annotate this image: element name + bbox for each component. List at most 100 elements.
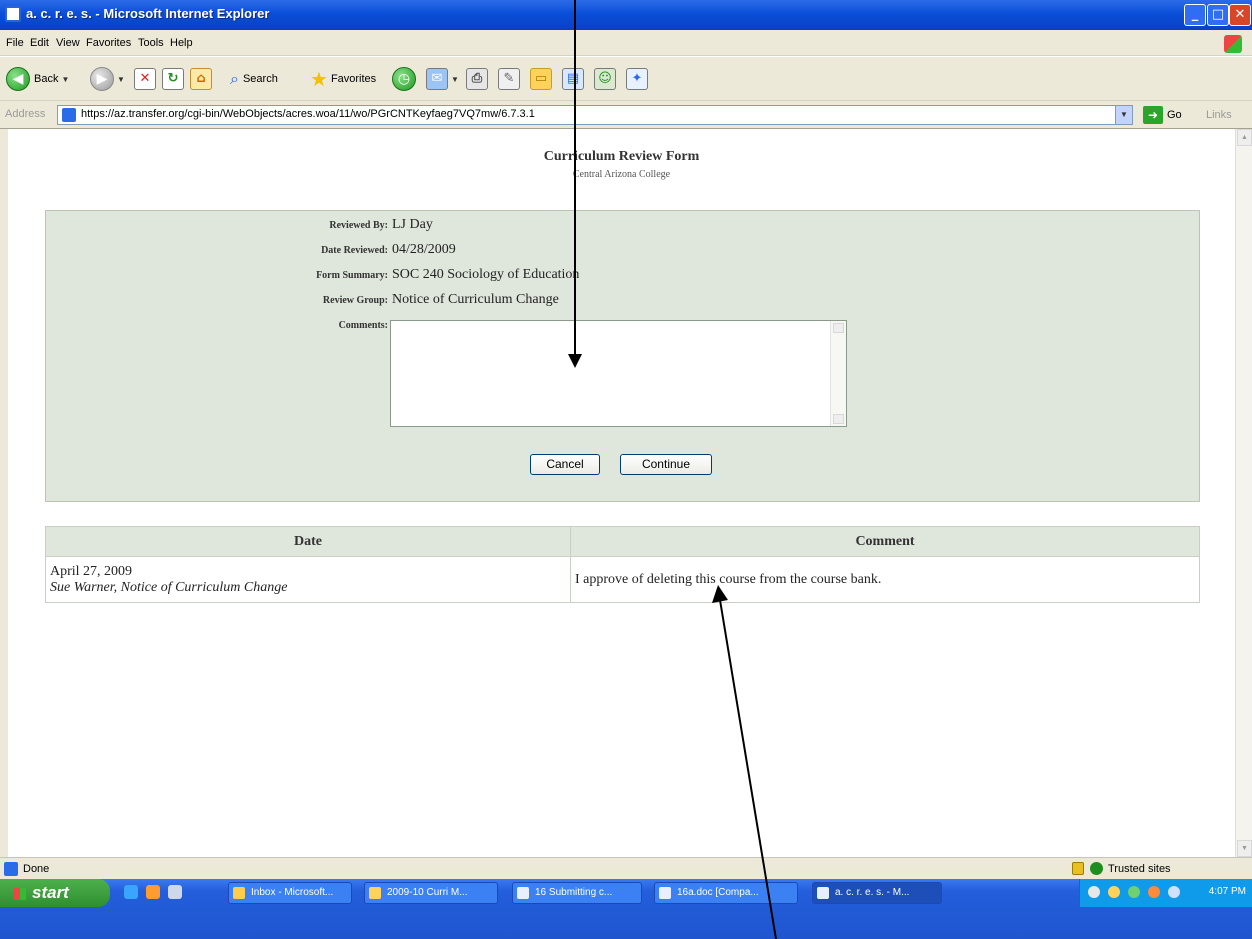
outlook-icon bbox=[233, 887, 245, 899]
window-title: a. c. r. e. s. - Microsoft Internet Expl… bbox=[26, 6, 270, 21]
date-reviewed-label: Date Reviewed: bbox=[321, 245, 388, 256]
page-subtitle: Central Arizona College bbox=[572, 169, 671, 180]
favorites-button[interactable]: ★ Favorites bbox=[310, 66, 376, 92]
scroll-up-icon[interactable] bbox=[833, 323, 844, 333]
review-group-label: Review Group: bbox=[322, 295, 388, 306]
search-button[interactable]: ⌕ Search bbox=[230, 66, 278, 92]
table-row: April 27, 2009 Sue Warner, Notice of Cur… bbox=[45, 556, 1200, 603]
taskbar-item-curriculum-folder[interactable]: 2009-10 Curri M... bbox=[364, 882, 498, 904]
address-input[interactable]: https://az.transfer.org/cgi-bin/WebObjec… bbox=[57, 105, 1133, 125]
ie-quicklaunch-icon[interactable] bbox=[124, 885, 138, 899]
discuss-button[interactable]: ✦ bbox=[626, 66, 648, 92]
menu-bar: File Edit View Favorites Tools Help bbox=[0, 30, 1252, 56]
desktop-quicklaunch-icon[interactable] bbox=[168, 885, 182, 899]
address-label: Address bbox=[5, 108, 46, 120]
search-icon: ⌕ bbox=[230, 69, 239, 88]
menu-file[interactable]: File bbox=[6, 37, 24, 49]
window-left-edge bbox=[0, 129, 8, 857]
reviewed-by-value: LJ Day bbox=[392, 217, 433, 232]
tray-messenger-icon[interactable] bbox=[1128, 886, 1140, 898]
taskbar-item-16a-doc[interactable]: 16a.doc [Compa... bbox=[654, 882, 798, 904]
column-header-date: Date bbox=[45, 526, 571, 557]
messenger-button[interactable]: ☺ bbox=[594, 66, 616, 92]
task-label: 16a.doc [Compa... bbox=[677, 887, 759, 898]
taskbar-item-inbox[interactable]: Inbox - Microsoft... bbox=[228, 882, 352, 904]
print-icon: ⎙ bbox=[466, 68, 488, 90]
lock-icon bbox=[1072, 862, 1084, 875]
menu-view[interactable]: View bbox=[56, 37, 80, 49]
back-button[interactable]: ◀ Back ▼ bbox=[6, 66, 69, 92]
comment-history-table: Date Comment April 27, 2009 Sue Warner, … bbox=[45, 526, 1200, 603]
form-summary-value: SOC 240 Sociology of Education bbox=[392, 267, 580, 282]
address-dropdown-icon[interactable]: ▼ bbox=[1115, 106, 1132, 124]
forward-arrow-icon: ▶ bbox=[90, 67, 114, 91]
status-page-icon bbox=[4, 862, 18, 876]
review-group-value: Notice of Curriculum Change bbox=[392, 292, 559, 307]
scroll-up-arrow-icon[interactable]: ▲ bbox=[1237, 129, 1252, 146]
stop-icon: ✕ bbox=[134, 68, 156, 90]
edit-button[interactable]: ✎ bbox=[498, 66, 520, 92]
comments-scrollbar[interactable] bbox=[830, 321, 846, 426]
taskbar-item-submitting-doc[interactable]: 16 Submitting c... bbox=[512, 882, 642, 904]
tray-antivirus-icon[interactable] bbox=[1148, 886, 1160, 898]
back-label: Back bbox=[34, 73, 59, 85]
print-button[interactable]: ⎙ bbox=[466, 66, 488, 92]
refresh-button[interactable]: ↻ bbox=[162, 66, 184, 92]
task-label: Inbox - Microsoft... bbox=[251, 887, 334, 898]
system-tray: 4:07 PM bbox=[1079, 879, 1252, 907]
menu-help[interactable]: Help bbox=[170, 37, 193, 49]
home-icon: ⌂ bbox=[190, 68, 212, 90]
tray-update-icon[interactable] bbox=[1168, 886, 1180, 898]
history-icon: ◷ bbox=[392, 67, 416, 91]
minimize-button[interactable]: _ bbox=[1184, 4, 1206, 26]
go-button[interactable]: ➜ Go bbox=[1143, 106, 1182, 124]
cancel-button[interactable]: Cancel bbox=[530, 454, 600, 475]
home-button[interactable]: ⌂ bbox=[190, 66, 212, 92]
ie-page-icon bbox=[817, 887, 829, 899]
scroll-down-arrow-icon[interactable]: ▼ bbox=[1237, 840, 1252, 857]
maximize-button[interactable]: □ bbox=[1207, 4, 1229, 26]
page-scrollbar[interactable]: ▲ ▼ bbox=[1235, 129, 1252, 857]
comments-textarea[interactable] bbox=[390, 320, 847, 427]
windows-logo-icon bbox=[1224, 35, 1242, 53]
comment-date: April 27, 2009 bbox=[50, 563, 133, 579]
menu-edit[interactable]: Edit bbox=[30, 37, 49, 49]
ie-window: a. c. r. e. s. - Microsoft Internet Expl… bbox=[0, 0, 1252, 939]
page-title: Curriculum Review Form bbox=[543, 149, 700, 164]
scroll-down-icon[interactable] bbox=[833, 414, 844, 424]
start-label: start bbox=[32, 883, 69, 902]
start-button[interactable]: start bbox=[0, 879, 110, 907]
date-reviewed-value: 04/28/2009 bbox=[392, 242, 456, 257]
word-doc-icon bbox=[517, 887, 529, 899]
folder-icon bbox=[369, 887, 381, 899]
history-button[interactable]: ◷ bbox=[392, 66, 416, 92]
close-button[interactable]: ✕ bbox=[1229, 4, 1251, 26]
firefox-quicklaunch-icon[interactable] bbox=[146, 885, 160, 899]
taskbar-item-acres-ie[interactable]: a. c. r. e. s. - M... bbox=[812, 882, 942, 904]
back-arrow-icon: ◀ bbox=[6, 67, 30, 91]
stop-button[interactable]: ✕ bbox=[134, 66, 156, 92]
menu-tools[interactable]: Tools bbox=[138, 37, 164, 49]
forward-dropdown-icon: ▼ bbox=[117, 74, 125, 84]
mail-dropdown-icon: ▼ bbox=[451, 74, 459, 84]
folder-icon: ▭ bbox=[530, 68, 552, 90]
security-zone-label: Trusted sites bbox=[1108, 863, 1171, 875]
research-button[interactable]: ▤ bbox=[562, 66, 584, 92]
taskbar: start Inbox - Microsoft... 2009-10 Curri… bbox=[0, 879, 1252, 939]
tray-speaker-icon[interactable] bbox=[1108, 886, 1120, 898]
address-url: https://az.transfer.org/cgi-bin/WebObjec… bbox=[81, 108, 535, 120]
links-label[interactable]: Links bbox=[1206, 109, 1232, 121]
page-content: Curriculum Review Form Central Arizona C… bbox=[8, 129, 1235, 857]
edit-icon: ✎ bbox=[498, 68, 520, 90]
title-bar: a. c. r. e. s. - Microsoft Internet Expl… bbox=[0, 0, 1252, 30]
forward-button[interactable]: ▶ ▼ bbox=[90, 66, 125, 92]
search-label: Search bbox=[242, 73, 278, 85]
continue-button[interactable]: Continue bbox=[620, 454, 712, 475]
tray-network-icon[interactable] bbox=[1088, 886, 1100, 898]
reviewed-by-label: Reviewed By: bbox=[329, 220, 388, 231]
menu-favorites[interactable]: Favorites bbox=[86, 37, 131, 49]
form-summary-label: Form Summary: bbox=[316, 270, 388, 281]
mail-button[interactable]: ✉ ▼ bbox=[426, 66, 459, 92]
folder-button[interactable]: ▭ bbox=[530, 66, 552, 92]
back-dropdown-icon: ▼ bbox=[61, 74, 70, 84]
